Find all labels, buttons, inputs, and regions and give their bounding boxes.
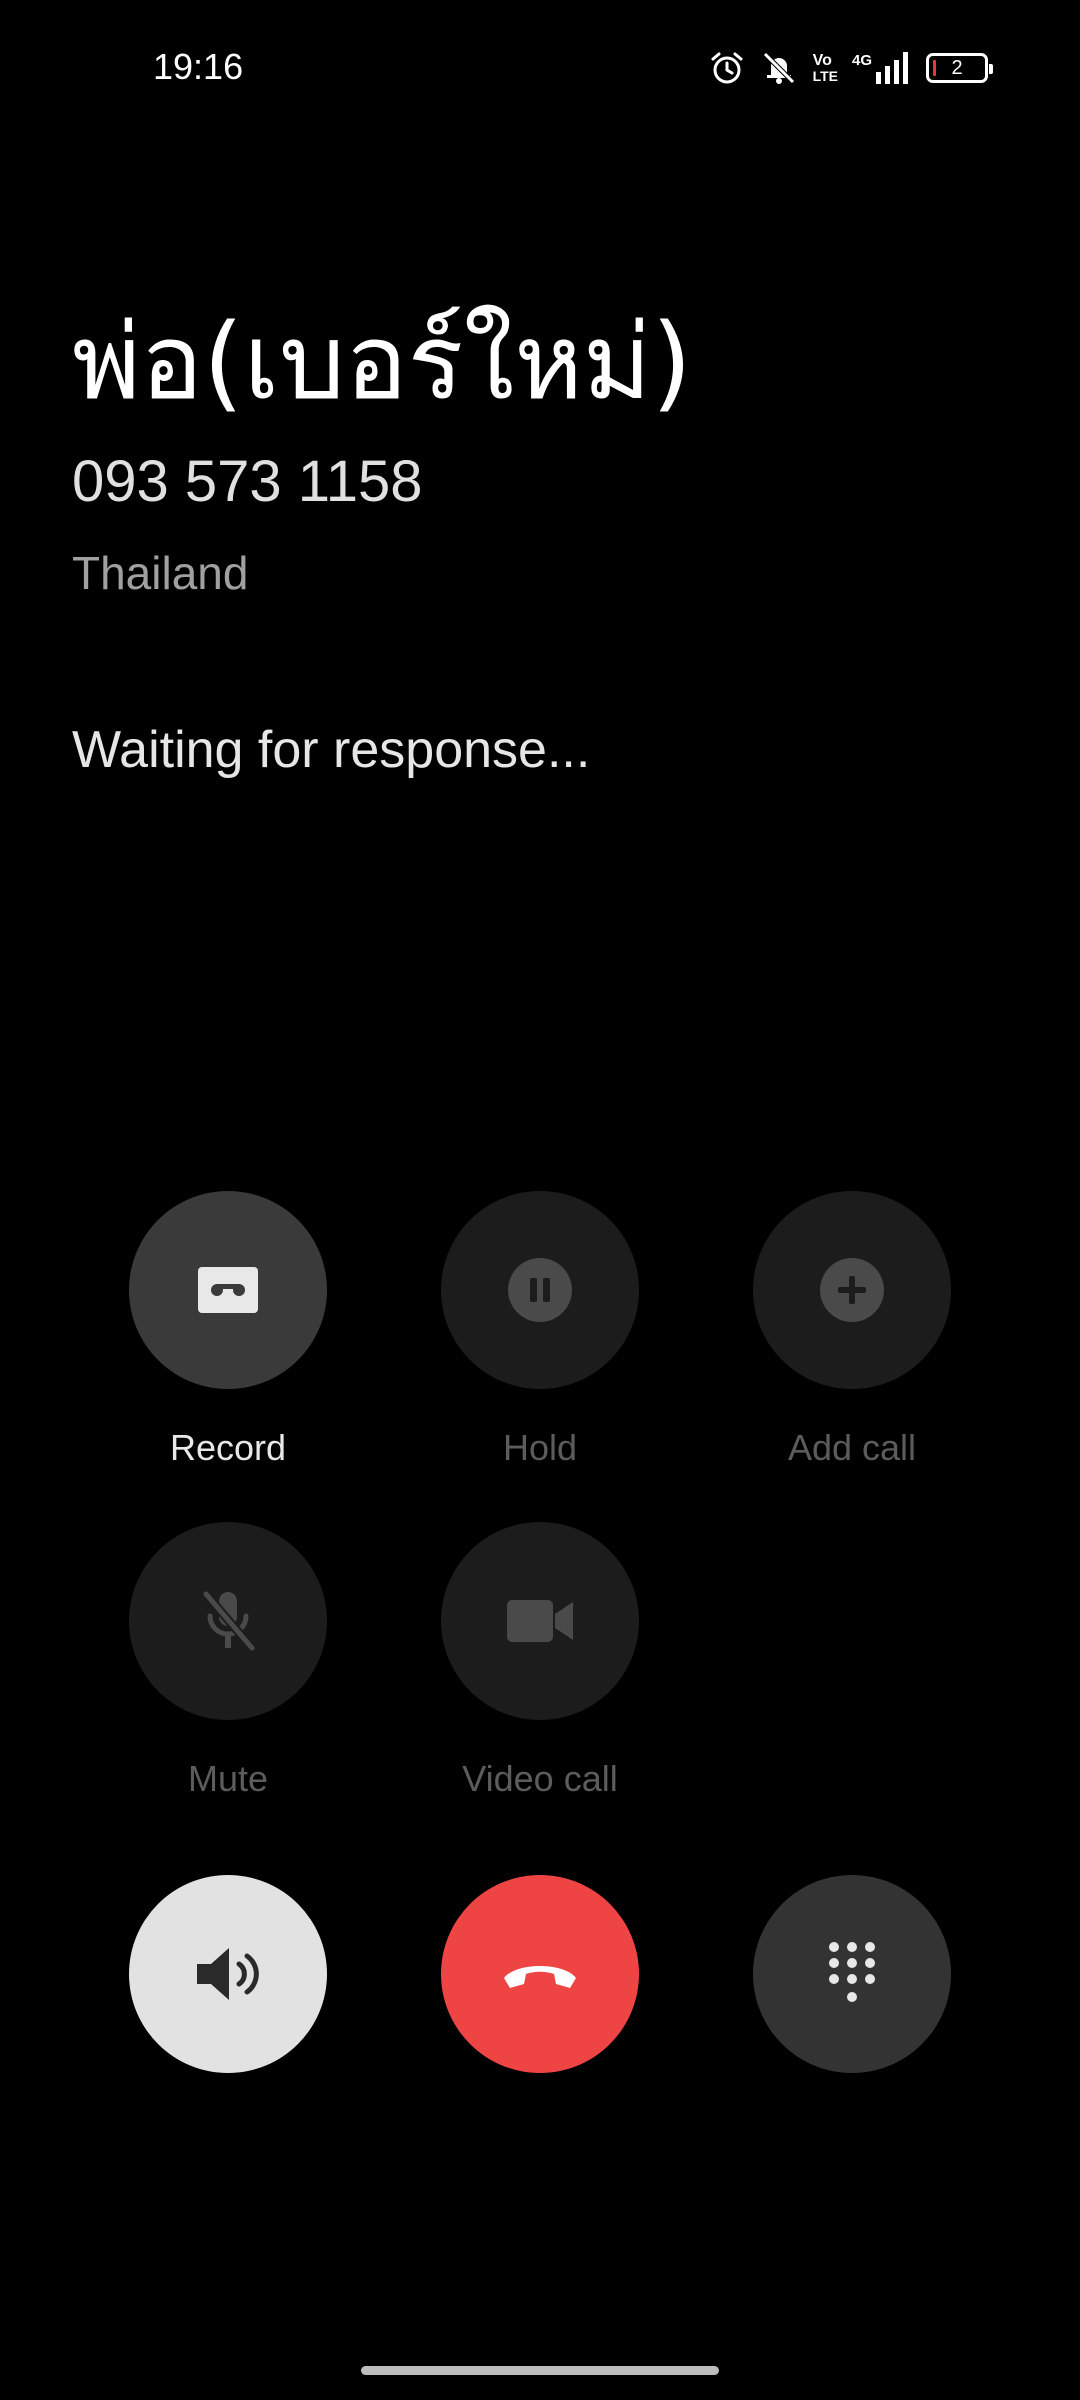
status-icons: Vo LTE 4G 2 [709,48,993,88]
volte-bottom-label: LTE [812,68,838,84]
plus-circle-icon [820,1258,884,1322]
speaker-icon [197,1948,259,2000]
video-call-label: Video call [462,1758,618,1799]
volte-icon: Vo LTE [812,52,838,84]
status-time: 19:16 [153,46,244,87]
record-label: Record [169,1427,287,1468]
video-call-control[interactable]: Video call [441,1522,639,1800]
alarm-icon [709,50,745,86]
record-control[interactable]: Record [129,1191,327,1469]
speaker-button[interactable] [129,1875,327,2073]
call-status: Waiting for response... [72,721,591,779]
country-label: Thailand [72,547,249,599]
volte-top-label: Vo [812,52,832,69]
mute-label: Mute [187,1758,269,1799]
dialpad-icon [829,1942,875,2002]
battery-level: 2 [951,56,963,79]
add-call-label: Add call [787,1427,917,1468]
end-call-button[interactable] [441,1875,639,2073]
hold-control[interactable]: Hold [441,1191,639,1469]
video-call-button[interactable] [441,1522,639,1720]
cassette-icon [198,1267,258,1313]
contact-name: พ่อ(เบอร์ใหม่) [72,301,692,423]
battery-icon: 2 [926,53,993,83]
mute-button[interactable] [129,1522,327,1720]
hang-up-icon [504,1966,576,1988]
network-type-label: 4G [851,52,872,69]
keypad-button[interactable] [753,1875,951,2073]
mic-off-icon [202,1591,256,1651]
video-camera-icon [507,1600,573,1642]
pause-icon [508,1258,572,1322]
silent-bell-icon [759,50,799,86]
add-call-control[interactable]: Add call [753,1191,951,1469]
hold-label: Hold [502,1427,578,1468]
home-indicator[interactable] [361,2366,719,2375]
add-call-button[interactable] [753,1191,951,1389]
record-button[interactable] [129,1191,327,1389]
hold-button[interactable] [441,1191,639,1389]
phone-number: 093 573 1158 [72,449,423,514]
4g-signal-icon: 4G [852,52,912,84]
mute-control[interactable]: Mute [129,1522,327,1800]
